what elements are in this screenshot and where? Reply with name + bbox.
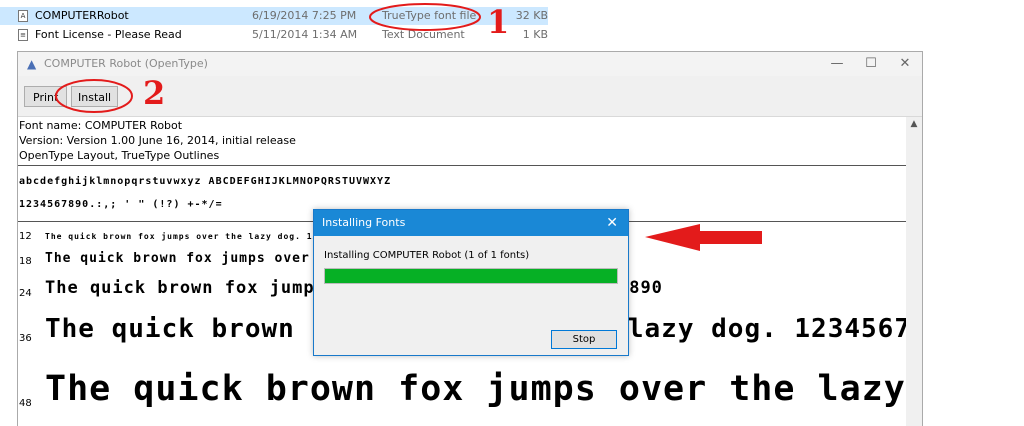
annotation-step-2: 2 xyxy=(143,74,166,112)
annotation-step-1: 1 xyxy=(487,3,510,41)
red-arrow-icon xyxy=(645,224,762,251)
highlight-circle-file-type xyxy=(369,3,481,31)
highlight-circle-install xyxy=(55,79,133,113)
annotation-layer xyxy=(55,3,762,251)
